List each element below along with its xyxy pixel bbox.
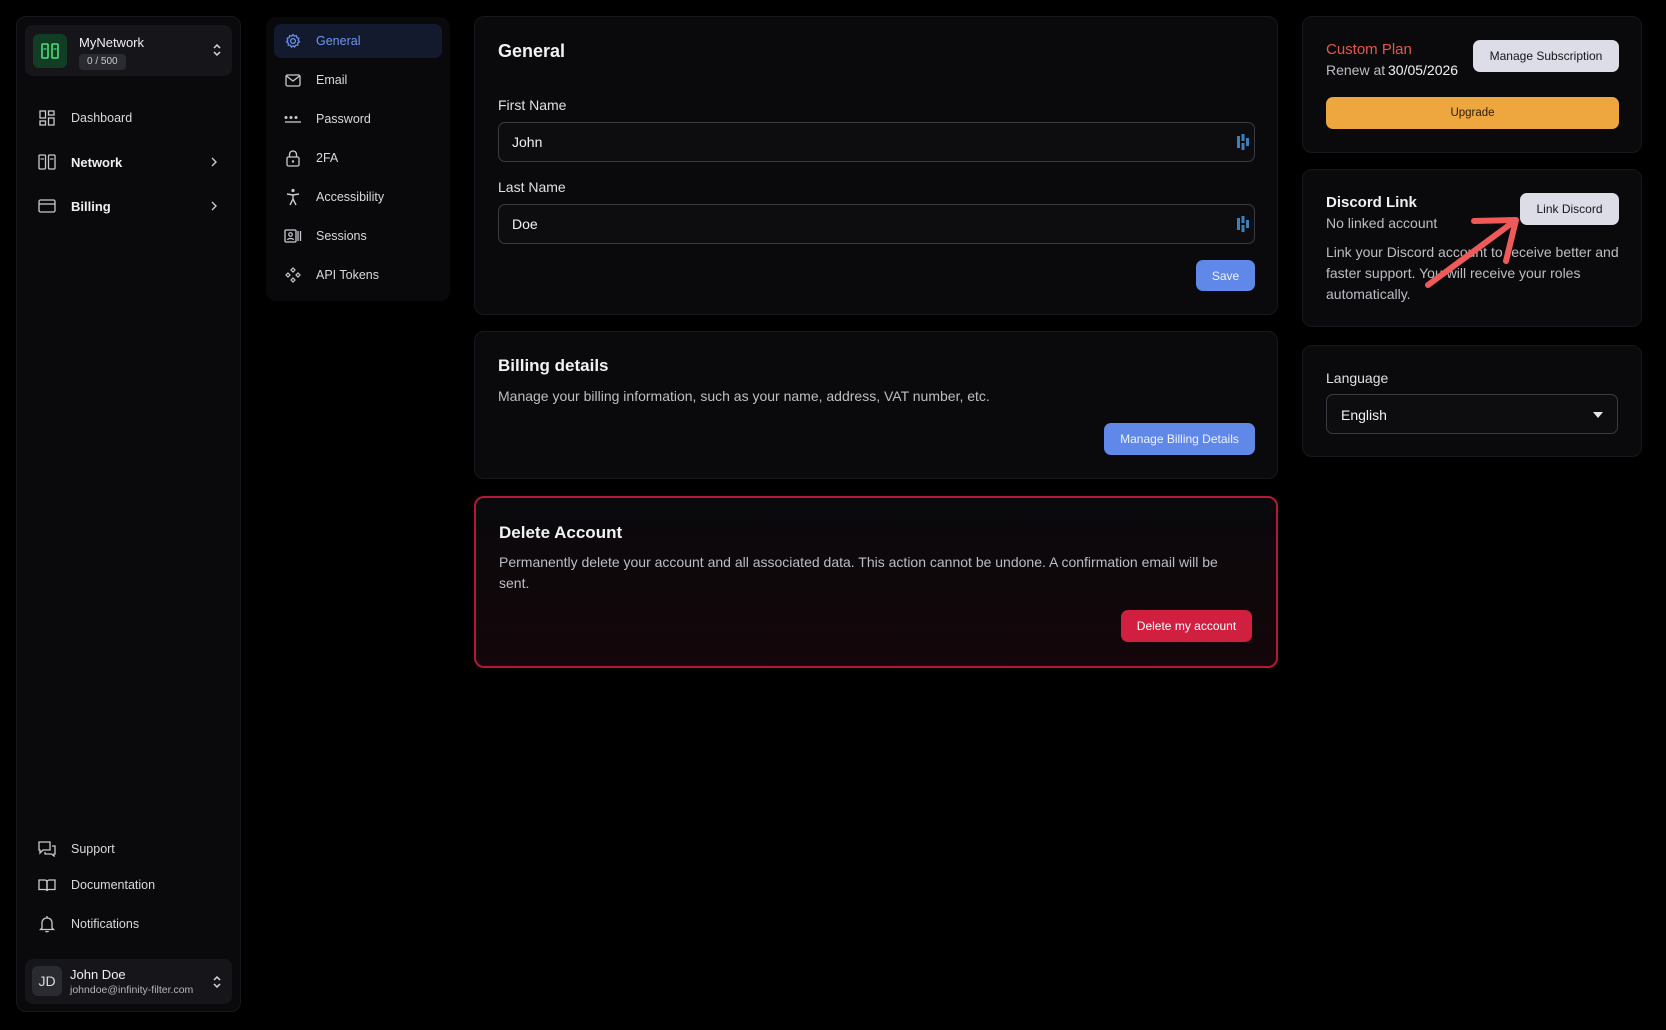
manage-subscription-button[interactable]: Manage Subscription [1473, 40, 1619, 72]
settings-tab-email[interactable]: Email [274, 63, 442, 97]
settings-tab-label: Sessions [316, 229, 367, 243]
language-select-value: English [1341, 407, 1387, 423]
user-email: johndoe@infinity-filter.com [70, 984, 194, 996]
settings-tab-accessibility[interactable]: Accessibility [274, 180, 442, 214]
network-logo-icon [33, 34, 67, 68]
network-name: MyNetwork [79, 35, 145, 50]
first-name-label: First Name [498, 97, 567, 113]
settings-tab-sessions[interactable]: Sessions [274, 219, 442, 253]
settings-nav: General Email Password 2FA Accessibility [266, 17, 450, 301]
sidebar-item-billing[interactable]: Billing [25, 189, 232, 223]
general-panel: General First Name Last Name Save [474, 16, 1278, 315]
password-manager-icon[interactable] [1237, 134, 1249, 155]
sidebar-item-support[interactable]: Support [25, 832, 232, 866]
sidebar-item-network[interactable]: Network [25, 145, 232, 179]
chevron-updown-icon [212, 43, 222, 62]
password-manager-icon[interactable] [1237, 216, 1249, 237]
book-open-icon [37, 875, 57, 895]
sidebar-item-dashboard[interactable]: Dashboard [25, 101, 232, 135]
gear-icon [284, 32, 302, 50]
panel-title: General [498, 41, 566, 61]
billing-details-panel: Billing details Manage your billing info… [474, 331, 1278, 479]
settings-tab-label: API Tokens [316, 268, 380, 282]
lock-icon [284, 149, 302, 167]
sidebar-item-documentation[interactable]: Documentation [25, 868, 232, 902]
upgrade-button[interactable]: Upgrade [1326, 97, 1619, 129]
settings-tab-password[interactable]: Password [274, 102, 442, 136]
user-name: John Doe [70, 967, 126, 982]
avatar: JD [32, 966, 62, 996]
mail-icon [284, 71, 302, 89]
last-name-input[interactable] [498, 204, 1255, 244]
plan-card: Custom Plan Renew at 30/05/2026 Manage S… [1302, 16, 1642, 153]
sidebar-item-label: Support [71, 842, 115, 856]
api-tokens-icon [284, 266, 302, 284]
panel-title: Billing details [498, 356, 609, 375]
discord-status: No linked account [1326, 215, 1438, 231]
chevron-right-icon [210, 155, 218, 173]
delete-account-description: Permanently delete your account and all … [499, 554, 1218, 591]
password-dots-icon [284, 110, 302, 128]
chat-bubbles-icon [37, 839, 57, 859]
app-root: MyNetwork 0 / 500 Dashboard Network Bill… [0, 0, 1666, 1030]
link-discord-button[interactable]: Link Discord [1520, 193, 1619, 225]
sidebar-item-label: Billing [71, 198, 111, 214]
sidebar: MyNetwork 0 / 500 Dashboard Network Bill… [16, 16, 241, 1012]
discord-title: Discord Link [1326, 194, 1417, 211]
chevron-updown-icon [212, 975, 222, 994]
annotation-arrow-icon [1425, 217, 1519, 288]
sidebar-item-notifications[interactable]: Notifications [25, 907, 232, 941]
first-name-input[interactable] [498, 122, 1255, 162]
delete-account-button[interactable]: Delete my account [1121, 610, 1252, 642]
save-button[interactable]: Save [1196, 260, 1255, 291]
plan-renew-prefix: Renew at [1326, 62, 1386, 78]
settings-tab-label: Password [316, 112, 371, 126]
settings-tab-label: Accessibility [316, 190, 385, 204]
panel-title: Delete Account [499, 523, 623, 542]
settings-tab-2fa[interactable]: 2FA [274, 141, 442, 175]
delete-account-panel: Delete Account Permanently delete your a… [474, 496, 1278, 668]
language-select[interactable]: English [1326, 394, 1618, 434]
settings-tab-label: Email [316, 73, 348, 87]
accessibility-icon [284, 188, 302, 206]
billing-description: Manage your billing information, such as… [498, 388, 990, 404]
settings-tab-general[interactable]: General [274, 24, 442, 58]
sessions-icon [284, 227, 302, 245]
plan-name: Custom Plan [1326, 41, 1412, 58]
network-icon [37, 152, 57, 172]
chevron-right-icon [210, 199, 218, 217]
credit-card-icon [37, 196, 57, 216]
settings-tab-label: 2FA [316, 151, 339, 165]
caret-down-icon [1593, 412, 1603, 418]
network-switcher[interactable]: MyNetwork 0 / 500 [25, 25, 232, 76]
user-menu[interactable]: JD John Doe johndoe@infinity-filter.com [25, 959, 232, 1004]
manage-billing-details-button[interactable]: Manage Billing Details [1104, 423, 1255, 455]
sidebar-item-label: Documentation [71, 878, 156, 892]
dashboard-icon [37, 108, 57, 128]
plan-renew-date: 30/05/2026 [1388, 62, 1459, 78]
sidebar-item-label: Dashboard [71, 111, 133, 125]
language-label: Language [1326, 370, 1389, 386]
settings-tab-label: General [316, 34, 361, 48]
sidebar-item-label: Network [71, 154, 123, 170]
last-name-label: Last Name [498, 179, 566, 195]
sidebar-item-label: Notifications [71, 917, 140, 931]
settings-tab-api-tokens[interactable]: API Tokens [274, 258, 442, 292]
bell-icon [37, 914, 57, 934]
network-quota-badge: 0 / 500 [79, 54, 126, 70]
